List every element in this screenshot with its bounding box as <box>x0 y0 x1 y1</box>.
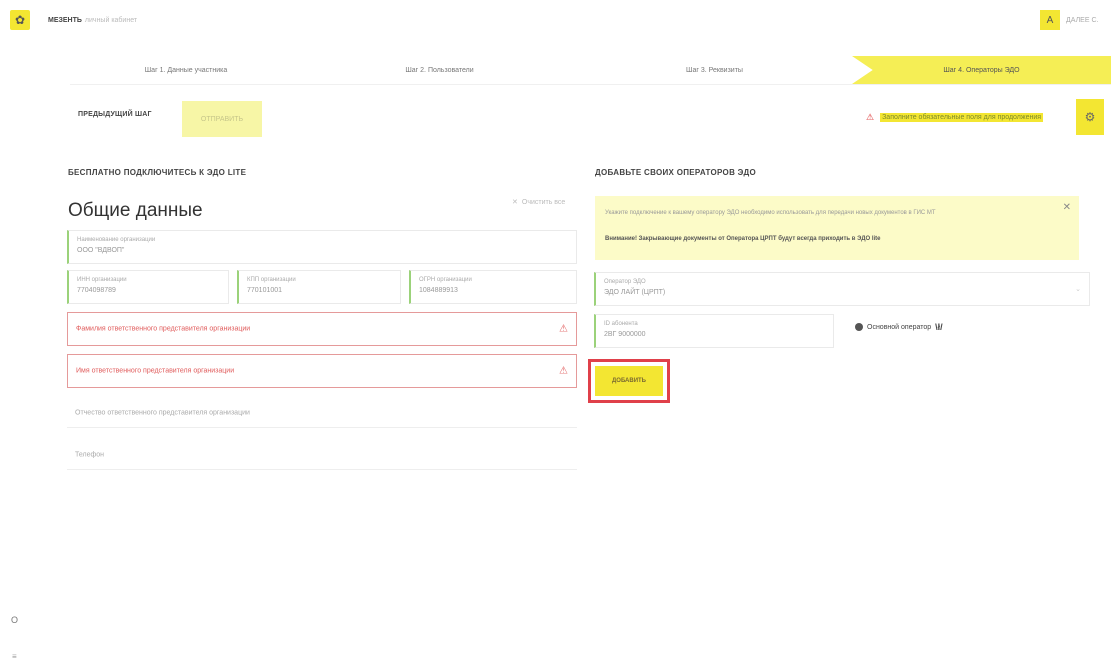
kpp-label: КПП организации <box>247 277 296 283</box>
step-1[interactable]: Шаг 1. Данные участника <box>70 56 302 84</box>
close-icon[interactable]: ✕ <box>1063 202 1071 213</box>
error-icon: ⚠ <box>559 323 568 335</box>
previous-step-button[interactable]: ПРЕДЫДУЩИЙ ШАГ <box>78 111 152 118</box>
phone-field[interactable]: Телефон <box>67 440 577 470</box>
radio-icon <box>855 323 863 331</box>
general-data-title: Общие данные <box>68 200 203 221</box>
subscriber-id-label: ID абонента <box>604 321 638 327</box>
app-logo[interactable]: ✿ <box>10 10 30 30</box>
surname-placeholder: Фамилия ответственного представителя орг… <box>76 325 251 333</box>
left-section-title: БЕСПЛАТНО ПОДКЛЮЧИТЕСЬ К ЭДО LITE <box>68 168 247 177</box>
gear-icon: ⚙ <box>1084 110 1096 124</box>
notice-warning: Внимание! Закрывающие документы от Опера… <box>605 236 881 242</box>
side-icon-circle[interactable]: O <box>11 615 18 625</box>
user-avatar[interactable]: А <box>1040 10 1060 30</box>
chevron-down-icon: ⌄ <box>1075 286 1081 293</box>
clear-all-label: Очистить все <box>521 198 566 206</box>
send-button[interactable]: ОТПРАВИТЬ <box>182 101 262 137</box>
logo-icon: ✿ <box>14 13 26 27</box>
surname-field[interactable]: Фамилия ответственного представителя орг… <box>67 312 577 346</box>
clear-all-button[interactable]: ✕ Очистить все <box>512 198 566 207</box>
step-3[interactable]: Шаг 3. Реквизиты <box>577 56 852 84</box>
subscriber-id-value: 2ВГ 9000000 <box>604 331 646 338</box>
operator-label: Оператор ЭДО <box>604 279 646 285</box>
ogrn-label: ОГРН организации <box>419 277 472 283</box>
kpp-value: 770101001 <box>247 287 283 294</box>
inn-value: 7704098789 <box>77 287 116 294</box>
patronymic-field[interactable]: Отчество ответственного представителя ор… <box>67 398 577 428</box>
warning-text: Заполните обязательные поля для продолже… <box>880 113 1044 122</box>
add-operator-button[interactable]: ДОБАВИТЬ <box>595 366 663 396</box>
ogrn-value: 1084889913 <box>419 287 458 294</box>
required-fields-warning[interactable]: ⚠ Заполните обязательные поля для продол… <box>866 112 1044 123</box>
brand-name: МЕЗЕНТЬ <box>48 17 82 24</box>
main-operator-label: Основной оператор <box>867 323 932 331</box>
first-name-placeholder: Имя ответственного представителя организ… <box>76 367 235 375</box>
steps-divider <box>70 84 1111 85</box>
subscriber-id-field[interactable]: ID абонента 2ВГ 9000000 <box>594 314 834 348</box>
inn-label: ИНН организации <box>77 277 127 283</box>
user-name[interactable]: ДАЛЕЕ С. <box>1066 17 1098 24</box>
org-name-value: ООО "ВДВОП" <box>77 247 125 254</box>
patronymic-placeholder: Отчество ответственного представителя ор… <box>75 409 250 416</box>
org-name-field[interactable]: Наименование организации ООО "ВДВОП" <box>67 230 577 264</box>
step-2[interactable]: Шаг 2. Пользователи <box>302 56 577 84</box>
right-section-title: ДОБАВЬТЕ СВОИХ ОПЕРАТОРОВ ЭДО <box>595 168 756 177</box>
brand: МЕЗЕНТЬ личный кабинет <box>48 17 137 24</box>
close-icon: ✕ <box>512 199 518 206</box>
add-button-highlight: ДОБАВИТЬ <box>588 359 670 403</box>
step-4-active[interactable]: Шаг 4. Операторы ЭДО <box>852 56 1111 84</box>
notice-text: Укажите подключение к вашему оператору Э… <box>605 210 936 216</box>
info-notice: Укажите подключение к вашему оператору Э… <box>595 196 1079 260</box>
operator-value: ЭДО ЛАЙТ (ЦРПТ) <box>604 289 666 296</box>
warning-icon: ⚠ <box>866 112 875 122</box>
error-icon: ⚠ <box>559 365 568 377</box>
menu-icon[interactable]: ≡ <box>12 652 17 661</box>
first-name-field[interactable]: Имя ответственного представителя организ… <box>67 354 577 388</box>
phone-placeholder: Телефон <box>75 451 105 458</box>
settings-button[interactable]: ⚙ <box>1076 99 1104 135</box>
org-name-label: Наименование организации <box>77 237 156 243</box>
kpp-field[interactable]: КПП организации 770101001 <box>237 270 401 304</box>
main-operator-mark: \ł/ <box>935 322 943 332</box>
inn-field[interactable]: ИНН организации 7704098789 <box>67 270 229 304</box>
user-initial: А <box>1046 14 1054 26</box>
ogrn-field[interactable]: ОГРН организации 1084889913 <box>409 270 577 304</box>
main-operator-radio[interactable]: Основной оператор \ł/ <box>855 322 943 332</box>
edo-operator-select[interactable]: Оператор ЭДО ЭДО ЛАЙТ (ЦРПТ) ⌄ <box>594 272 1090 306</box>
brand-subtitle: личный кабинет <box>84 17 138 24</box>
wizard-steps: Шаг 1. Данные участника Шаг 2. Пользоват… <box>70 56 1111 84</box>
